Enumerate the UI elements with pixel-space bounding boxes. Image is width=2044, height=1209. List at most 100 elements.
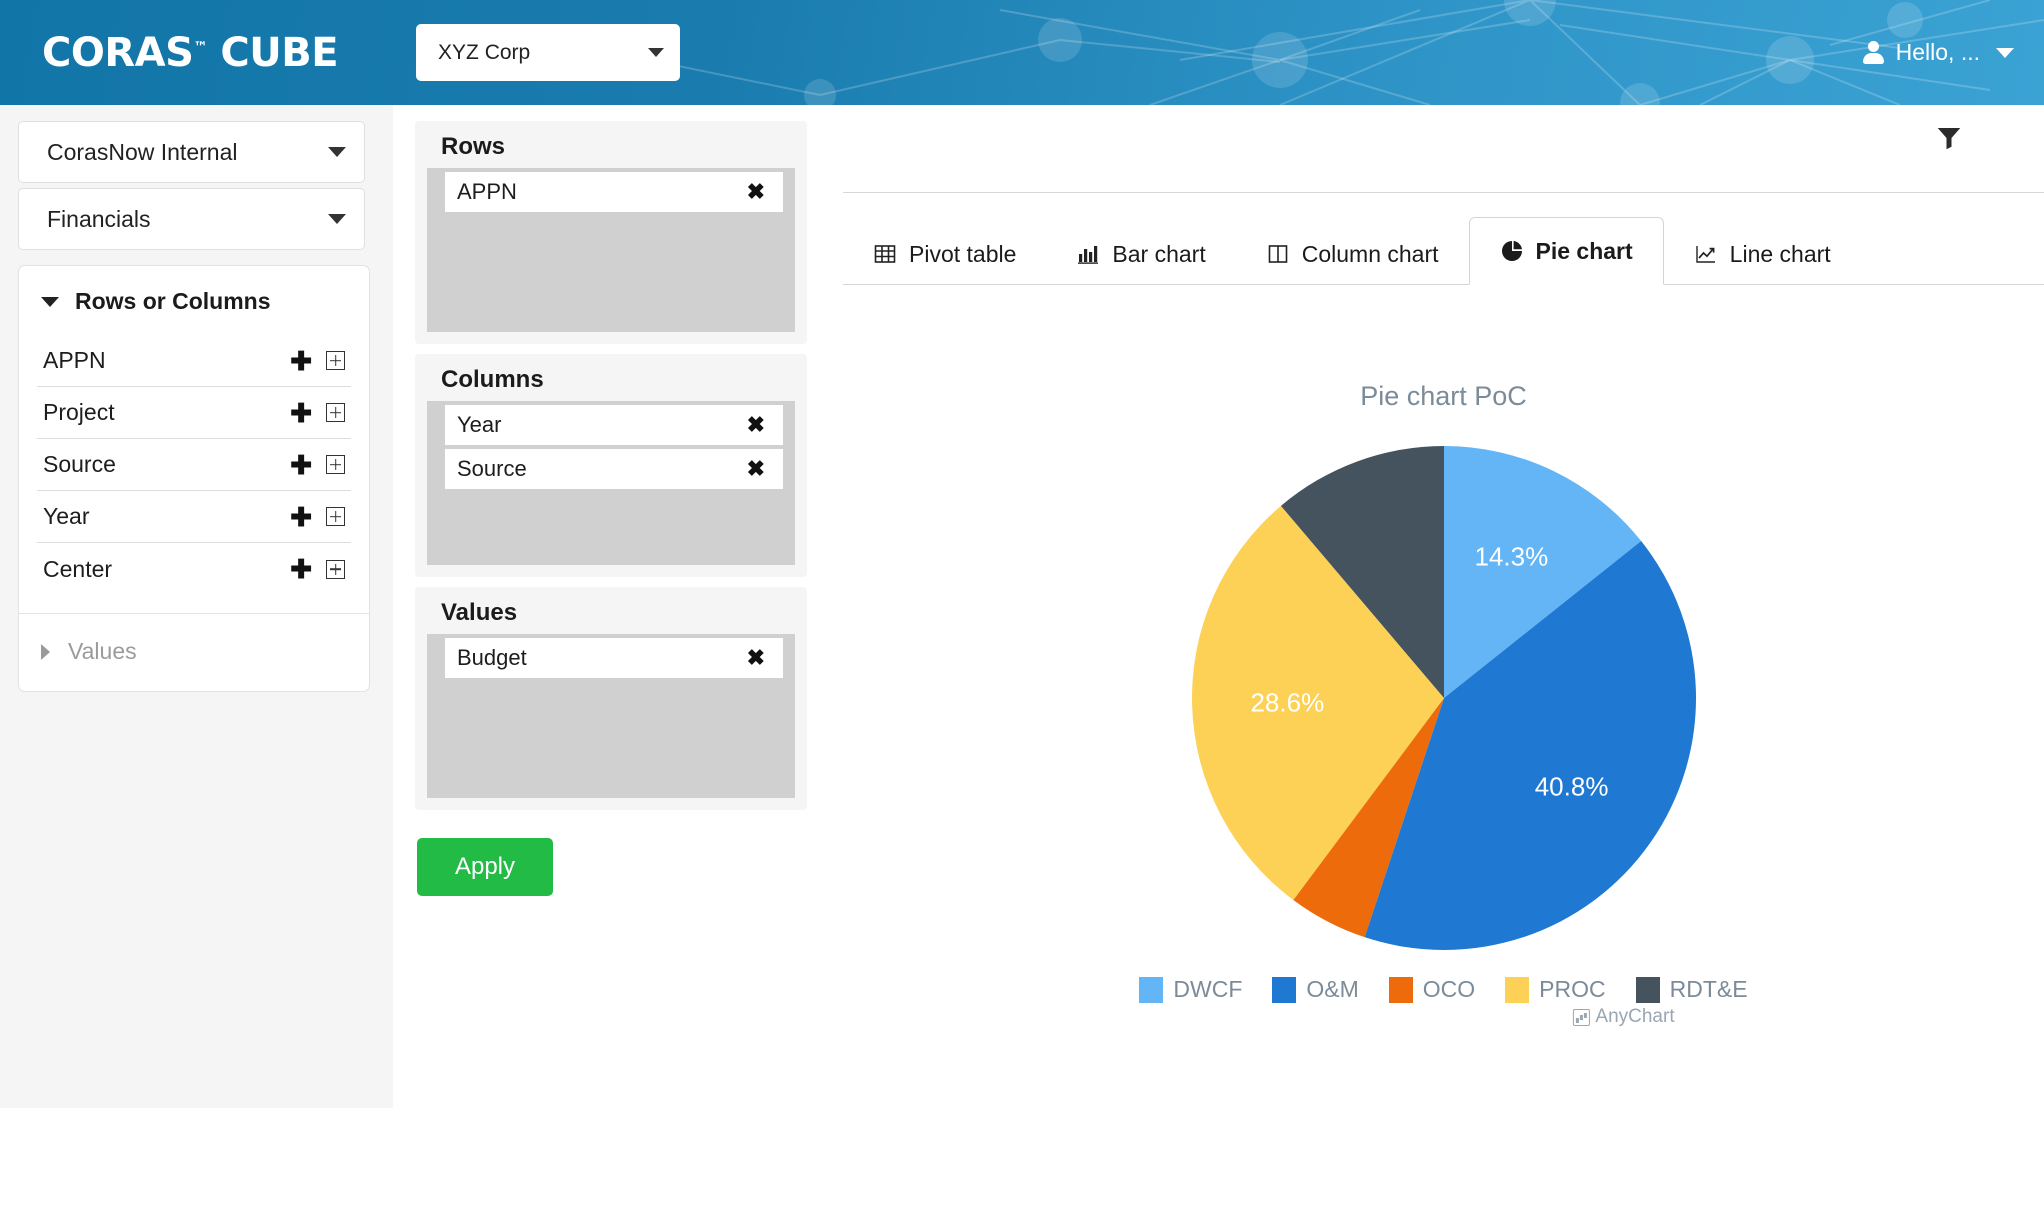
chip-label: Source <box>457 456 747 482</box>
legend-swatch <box>1636 977 1660 1003</box>
logo-cube: CUBE <box>220 30 338 76</box>
close-icon[interactable]: ✖ <box>747 647 765 669</box>
box-plus-icon[interactable] <box>326 455 345 474</box>
close-icon[interactable]: ✖ <box>747 414 765 436</box>
category-select[interactable]: Financials <box>18 188 365 250</box>
plus-icon[interactable]: ✚ <box>290 452 312 478</box>
tab-label: Pivot table <box>909 241 1016 268</box>
left-sidebar: CorasNow Internal Financials Rows or Col… <box>0 105 393 1108</box>
pie-chart: 14.3%40.8%28.6% <box>843 446 2044 950</box>
legend-label: PROC <box>1539 976 1605 1003</box>
close-icon[interactable]: ✖ <box>747 458 765 480</box>
organization-selector[interactable]: XYZ Corp <box>416 24 680 81</box>
plus-icon[interactable]: ✚ <box>290 504 312 530</box>
triangle-down-icon <box>41 297 59 307</box>
field-item-project[interactable]: Project ✚ <box>37 387 351 439</box>
shelf-chip-year[interactable]: Year ✖ <box>445 405 783 445</box>
field-label: Project <box>37 399 290 426</box>
chip-label: Budget <box>457 645 747 671</box>
box-plus-icon[interactable] <box>326 351 345 370</box>
filter-bar <box>843 105 2044 193</box>
logo-coras: CORAS <box>42 30 193 76</box>
pie-svg <box>1192 446 1696 950</box>
chevron-down-icon <box>328 214 346 224</box>
field-label: Source <box>37 451 290 478</box>
legend-swatch <box>1389 977 1413 1003</box>
legend-item-oco[interactable]: OCO <box>1389 976 1475 1003</box>
chart-type-tabs: Pivot table Bar chart <box>843 209 2044 285</box>
pie-wrap: 14.3%40.8%28.6% <box>1192 446 1696 950</box>
legend-label: O&M <box>1306 976 1358 1003</box>
tab-column-chart[interactable]: Column chart <box>1236 223 1469 285</box>
field-item-source[interactable]: Source ✚ <box>37 439 351 491</box>
rows-shelf-title: Rows <box>427 131 795 168</box>
legend-label: DWCF <box>1173 976 1242 1003</box>
plus-icon[interactable]: ✚ <box>290 400 312 426</box>
rows-dropzone[interactable]: APPN ✖ <box>427 168 795 332</box>
chart-title: Pie chart PoC <box>843 381 2044 412</box>
rows-or-columns-label: Rows or Columns <box>75 288 271 315</box>
box-plus-icon[interactable] <box>326 507 345 526</box>
dataset-select-value: CorasNow Internal <box>47 139 328 166</box>
fields-panel: Rows or Columns APPN ✚ Project ✚ Source … <box>18 265 370 692</box>
box-plus-icon[interactable] <box>326 560 345 579</box>
legend-item-om[interactable]: O&M <box>1272 976 1358 1003</box>
field-label: Year <box>37 503 290 530</box>
shelf-chip-appn[interactable]: APPN ✖ <box>445 172 783 212</box>
anychart-credit[interactable]: AnyChart <box>1572 1006 1674 1028</box>
box-plus-icon[interactable] <box>326 403 345 422</box>
chart-area: Pie chart PoC 14.3%40.8%28.6% DWCF O&M <box>843 381 2044 1209</box>
legend-item-dwcf[interactable]: DWCF <box>1139 976 1242 1003</box>
dataset-select[interactable]: CorasNow Internal <box>18 121 365 183</box>
values-section-header[interactable]: Values <box>19 613 369 691</box>
anychart-credit-label: AnyChart <box>1595 1006 1674 1028</box>
field-item-year[interactable]: Year ✚ <box>37 491 351 543</box>
legend-item-proc[interactable]: PROC <box>1505 976 1605 1003</box>
field-item-appn[interactable]: APPN ✚ <box>37 335 351 387</box>
user-greeting-label: Hello, ... <box>1896 39 1980 66</box>
legend-swatch <box>1505 977 1529 1003</box>
values-shelf: Values Budget ✖ <box>415 587 807 810</box>
category-select-value: Financials <box>47 206 328 233</box>
plus-icon[interactable]: ✚ <box>290 556 312 582</box>
user-menu[interactable]: Hello, ... <box>1862 39 2014 66</box>
field-item-center[interactable]: Center ✚ <box>37 543 351 595</box>
chevron-down-icon <box>1996 48 2014 58</box>
chevron-down-icon <box>648 48 664 57</box>
rows-or-columns-header[interactable]: Rows or Columns <box>19 266 369 329</box>
app-header: CORAS™ CUBE XYZ Corp Hello, ... <box>0 0 2044 105</box>
tab-bar-chart[interactable]: Bar chart <box>1046 223 1235 285</box>
column-chart-icon <box>1266 242 1290 266</box>
triangle-right-icon <box>41 644 50 660</box>
chevron-down-icon <box>328 147 346 157</box>
columns-dropzone[interactable]: Year ✖ Source ✖ <box>427 401 795 565</box>
legend-label: RDT&E <box>1670 976 1748 1003</box>
close-icon[interactable]: ✖ <box>747 181 765 203</box>
user-icon <box>1862 41 1884 65</box>
table-icon <box>873 242 897 266</box>
apply-button[interactable]: Apply <box>417 838 553 896</box>
tab-pie-chart[interactable]: Pie chart <box>1469 217 1664 285</box>
app-body: CorasNow Internal Financials Rows or Col… <box>0 105 2044 1108</box>
chart-legend: DWCF O&M OCO PROC RDT&E <box>843 976 2044 1003</box>
tab-label: Pie chart <box>1536 238 1633 265</box>
legend-item-rdte[interactable]: RDT&E <box>1636 976 1748 1003</box>
shelf-chip-budget[interactable]: Budget ✖ <box>445 638 783 678</box>
tab-pivot-table[interactable]: Pivot table <box>843 223 1046 285</box>
shelf-column: Rows APPN ✖ Columns Year ✖ Source ✖ <box>393 105 823 1108</box>
line-chart-icon <box>1694 242 1718 266</box>
values-dropzone[interactable]: Budget ✖ <box>427 634 795 798</box>
app-logo: CORAS™ CUBE <box>42 30 338 76</box>
tab-label: Column chart <box>1302 241 1439 268</box>
bar-chart-icon <box>1076 242 1100 266</box>
tab-line-chart[interactable]: Line chart <box>1664 223 1861 285</box>
values-shelf-title: Values <box>427 597 795 634</box>
plus-icon[interactable]: ✚ <box>290 348 312 374</box>
shelf-chip-source[interactable]: Source ✖ <box>445 449 783 489</box>
tab-label: Bar chart <box>1112 241 1205 268</box>
columns-shelf-title: Columns <box>427 364 795 401</box>
main-panel: Pivot table Bar chart <box>823 105 2044 1108</box>
columns-shelf: Columns Year ✖ Source ✖ <box>415 354 807 577</box>
rows-shelf: Rows APPN ✖ <box>415 121 807 344</box>
chip-label: APPN <box>457 179 747 205</box>
